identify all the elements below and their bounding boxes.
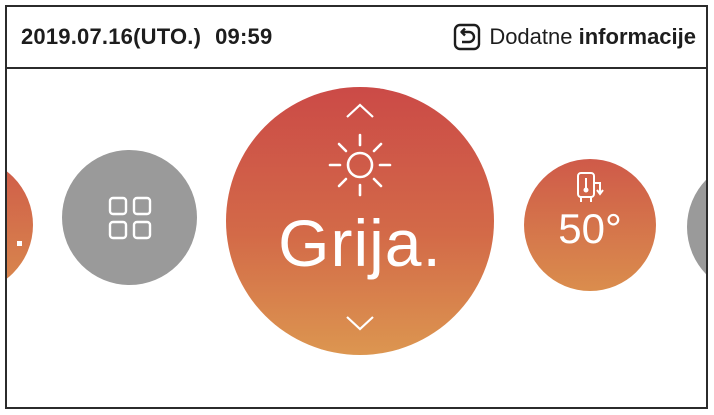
next-item-circle[interactable]	[687, 159, 706, 295]
additional-info-label-bold: informacije	[578, 24, 696, 49]
previous-item-circle[interactable]	[7, 157, 33, 293]
screen-frame: 2019.07.16(UTO.) 09:59 Dodatne informacij…	[5, 5, 708, 409]
operation-mode-label: Grija.	[278, 206, 442, 280]
menu-button[interactable]	[62, 150, 197, 285]
top-bar: 2019.07.16(UTO.) 09:59 Dodatne informacij…	[7, 7, 706, 69]
date-time: 2019.07.16(UTO.) 09:59	[21, 24, 272, 50]
mode-carousel[interactable]: Grija. 50°	[7, 67, 706, 407]
time-text: 09:59	[215, 24, 273, 49]
date-text: 2019.07.16(UTO.)	[21, 24, 202, 49]
chevron-up-icon[interactable]	[345, 103, 375, 119]
return-icon	[454, 23, 481, 51]
additional-info-label: Dodatne informacije	[489, 24, 696, 50]
water-tank-icon	[577, 172, 604, 202]
sun-icon	[328, 133, 392, 197]
previous-item-dot	[17, 241, 22, 246]
additional-info-label-light: Dodatne	[489, 24, 573, 49]
grid-menu-icon	[108, 196, 152, 240]
additional-info-button[interactable]: Dodatne informacije	[453, 21, 696, 53]
water-heater-button[interactable]: 50°	[524, 159, 656, 291]
water-temperature: 50°	[558, 205, 622, 252]
operation-mode-dial[interactable]: Grija.	[226, 87, 494, 355]
chevron-down-icon[interactable]	[345, 315, 375, 331]
